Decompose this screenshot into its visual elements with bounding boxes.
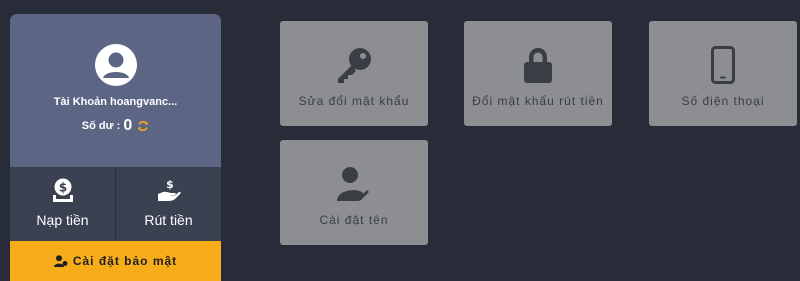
withdraw-icon: $ (157, 178, 181, 201)
name-settings-label: Cài đặt tên (319, 213, 389, 227)
deposit-button[interactable]: $ Nạp tiền (10, 168, 115, 240)
account-name: Tài Khoản hoangvanc... (53, 96, 178, 108)
change-password-label: Sửa đổi mật khẩu (298, 94, 410, 108)
svg-text:$: $ (58, 181, 66, 195)
withdraw-label: Rút tiền (144, 212, 193, 228)
security-settings-button[interactable]: Cài đặt bảo mật (10, 241, 221, 281)
name-settings-tile[interactable]: Cài đặt tên (280, 140, 428, 245)
lock-icon (522, 46, 554, 84)
balance-label: Số dư : (81, 120, 121, 132)
refresh-icon[interactable] (137, 120, 149, 132)
user-edit-icon (337, 165, 371, 203)
change-withdraw-password-label: Đổi mật khẩu rút tiền (472, 94, 604, 108)
withdraw-button[interactable]: $ Rút tiền (116, 168, 221, 240)
account-panel: Tài Khoản hoangvanc... Số dư : 0 $ Nạp t… (10, 14, 221, 281)
svg-text:$: $ (166, 178, 174, 191)
balance-value: 0 (123, 117, 133, 134)
account-info: Tài Khoản hoangvanc... Số dư : 0 (10, 14, 221, 167)
change-password-tile[interactable]: Sửa đổi mật khẩu (280, 21, 428, 126)
security-settings-label: Cài đặt bảo mật (72, 254, 178, 268)
balance-row: Số dư : 0 (10, 118, 221, 134)
security-settings-page: Tài Khoản hoangvanc... Số dư : 0 $ Nạp t… (0, 0, 800, 281)
deposit-label: Nạp tiền (36, 212, 89, 228)
user-shield-icon (53, 255, 68, 267)
phone-number-tile[interactable]: Số điện thoại (649, 21, 797, 126)
wallet-actions: $ Nạp tiền $ Rút tiền (10, 168, 221, 240)
avatar-icon (95, 44, 137, 86)
deposit-icon: $ (52, 178, 73, 202)
change-withdraw-password-tile[interactable]: Đổi mật khẩu rút tiền (464, 21, 612, 126)
phone-icon (711, 46, 735, 84)
key-icon (335, 46, 373, 84)
phone-number-label: Số điện thoại (681, 94, 765, 108)
